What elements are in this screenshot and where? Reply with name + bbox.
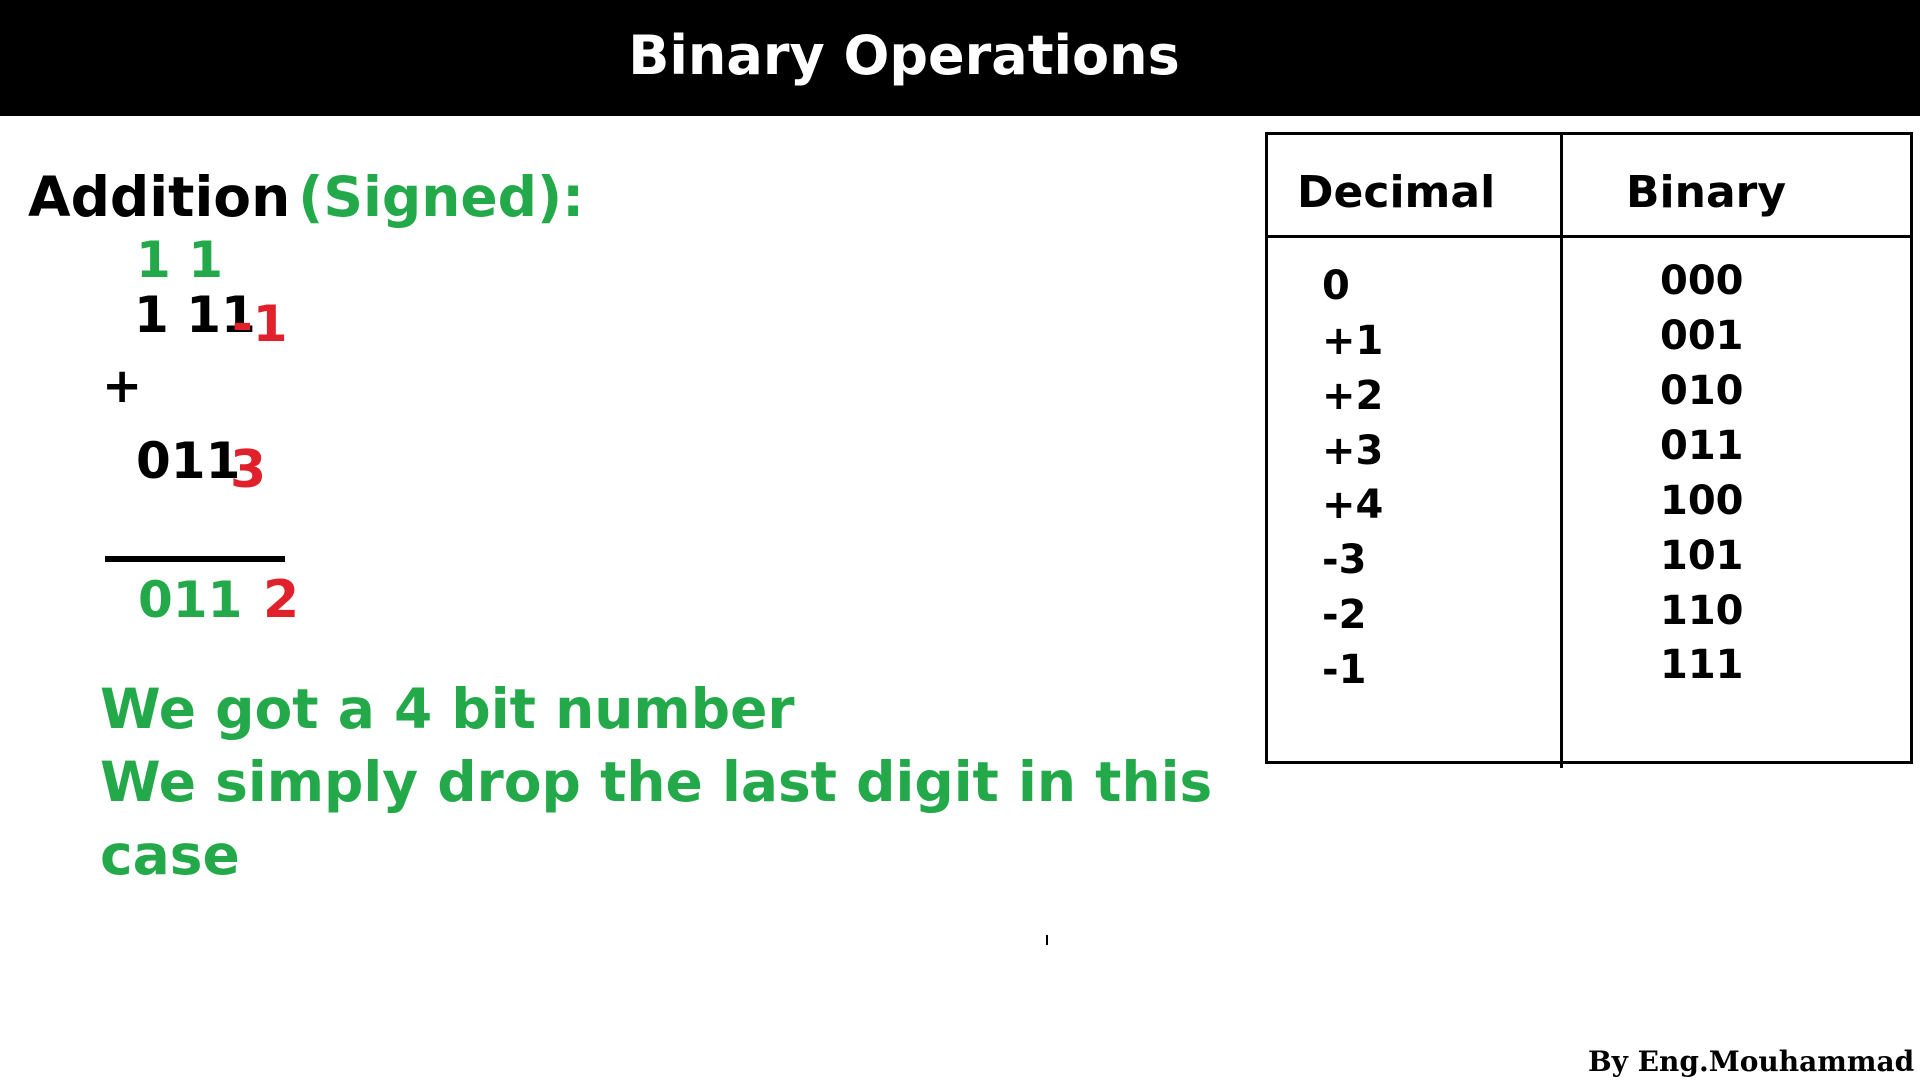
section-heading: Addition (Signed): [28,165,584,229]
title-bar: Binary Operations [0,0,1920,116]
sum-line [105,556,285,562]
table-cell-binary: 100 [1660,478,1744,524]
table-cell-decimal: 0 [1322,263,1350,309]
table-cell-decimal: -1 [1322,647,1367,693]
table-cell-binary: 110 [1660,588,1744,634]
heading-sub: (Signed): [298,165,585,229]
table-cell-binary: 000 [1660,258,1744,304]
stray-mark [1046,935,1048,945]
operand2-binary: 011 [136,432,241,490]
table-cell-decimal: +1 [1322,318,1384,364]
table-cell-decimal: +2 [1322,373,1384,419]
page-title: Binary Operations [628,24,1180,87]
result-decimal: 2 [263,570,300,630]
heading-main: Addition [28,165,291,229]
table-cell-decimal: +3 [1322,428,1384,474]
note-line: case [100,823,240,887]
table-cell-decimal: +4 [1322,482,1384,528]
table-cell-binary: 010 [1660,368,1744,414]
note-line: We got a 4 bit number [100,677,795,741]
plus-operator: + [102,358,143,414]
table-cell-binary: 001 [1660,313,1744,359]
table-cell-decimal: -3 [1322,537,1367,583]
author-credit: By Eng.Mouhammad Hamsho [1588,1045,1920,1078]
carry-digits: 1 1 [136,231,223,289]
table-header-divider [1265,235,1913,238]
table-cell-binary: 111 [1660,642,1744,688]
operand1-decimal: -1 [232,295,288,353]
operand2-decimal: 3 [230,440,267,500]
result-binary: 011 [138,571,243,629]
note-line: We simply drop the last digit in this [100,750,1213,814]
table-header-decimal: Decimal [1297,167,1496,218]
table-cell-binary: 101 [1660,533,1744,579]
table-column-divider [1560,132,1563,768]
table-cell-decimal: -2 [1322,592,1367,638]
table-header-binary: Binary [1626,167,1787,218]
table-cell-binary: 011 [1660,423,1744,469]
